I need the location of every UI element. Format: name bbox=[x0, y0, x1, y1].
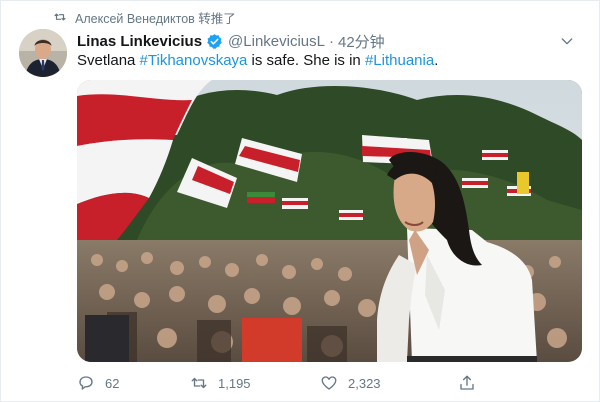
tweet-header: Linas Linkevicius @LinkeviciusL · 42分钟 bbox=[77, 31, 579, 51]
tweet-actions: 62 1,195 2,323 bbox=[77, 373, 579, 393]
verified-badge-icon bbox=[207, 33, 222, 49]
retweet-icon bbox=[54, 13, 66, 21]
retweet-icon bbox=[191, 377, 207, 389]
avatar[interactable] bbox=[19, 29, 67, 77]
heart-icon bbox=[321, 376, 337, 390]
author-handle[interactable]: @LinkeviciusL bbox=[228, 33, 325, 50]
separator-dot: · bbox=[328, 32, 334, 50]
tweet-card[interactable]: Алексей Венедиктов 转推了 Linas Linkevicius… bbox=[0, 0, 600, 402]
tweet-text-part: . bbox=[434, 52, 439, 69]
hashtag-link[interactable]: #Lithuania bbox=[365, 52, 434, 69]
like-button[interactable]: 2,323 bbox=[320, 374, 458, 392]
tweet-text-part: is safe. She is in bbox=[247, 52, 365, 69]
hashtag-link[interactable]: #Tikhanovskaya bbox=[140, 52, 248, 69]
chevron-down-icon[interactable] bbox=[559, 33, 575, 49]
author-name[interactable]: Linas Linkevicius bbox=[77, 33, 202, 50]
retweet-button[interactable]: 1,195 bbox=[190, 374, 320, 392]
retweet-context: Алексей Венедиктов 转推了 bbox=[53, 8, 236, 27]
tweet-photo[interactable] bbox=[77, 80, 582, 362]
reply-button[interactable]: 62 bbox=[77, 374, 190, 392]
share-icon bbox=[460, 375, 474, 390]
share-button[interactable] bbox=[458, 374, 578, 392]
tweet-timestamp[interactable]: 42分钟 bbox=[338, 31, 385, 52]
retweet-count: 1,195 bbox=[218, 375, 251, 391]
reply-count: 62 bbox=[105, 375, 120, 391]
reply-icon bbox=[79, 376, 93, 390]
tweet-text: Svetlana #Tikhanovskaya is safe. She is … bbox=[77, 51, 579, 71]
like-count: 2,323 bbox=[348, 375, 381, 391]
retweet-context-text[interactable]: Алексей Венедиктов 转推了 bbox=[75, 8, 236, 27]
tweet-text-part: Svetlana bbox=[77, 52, 140, 69]
